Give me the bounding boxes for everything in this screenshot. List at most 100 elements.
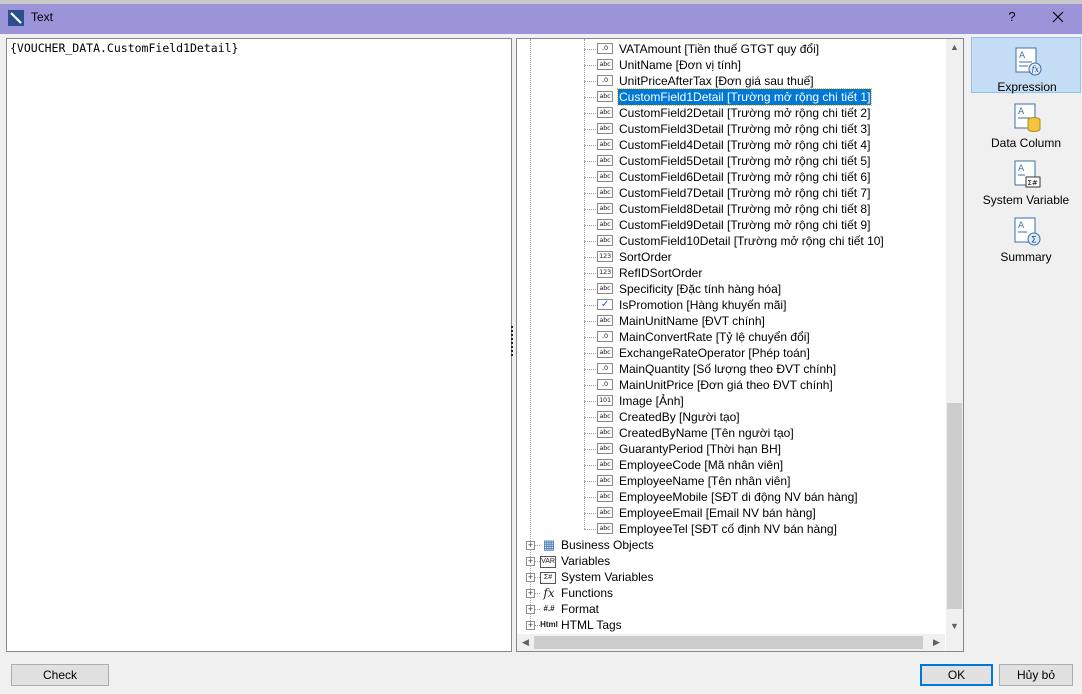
tree-guide-line	[584, 225, 596, 226]
tree-guide-line	[584, 257, 596, 258]
scroll-down-icon[interactable]: ▼	[946, 618, 963, 635]
panel-splitter[interactable]	[511, 326, 514, 360]
html-tags-icon: Html	[540, 620, 558, 629]
tree-guide-line	[584, 465, 596, 466]
text-field-icon: abc	[597, 187, 613, 198]
close-icon	[1052, 11, 1064, 23]
title-bar-top-strip	[0, 0, 1082, 4]
tree-guide-line	[584, 113, 596, 114]
summary-button[interactable]: A Σ Summary	[971, 208, 1081, 264]
text-field-icon: abc	[597, 107, 613, 118]
tree-category-label: Format	[561, 602, 600, 616]
tree-field-label: ExchangeRateOperator [Phép toán]	[619, 346, 810, 360]
data-column-button[interactable]: A Data Column	[971, 94, 1081, 150]
expand-icon[interactable]: +	[526, 589, 535, 598]
text-field-icon: abc	[597, 491, 613, 502]
expression-text[interactable]: {VOUCHER_DATA.CustomField1Detail}	[10, 41, 238, 55]
tree-field-label: Specificity [Đặc tính hàng hóa]	[619, 282, 782, 296]
tree-guide-line	[584, 417, 596, 418]
window-title: Text	[31, 10, 54, 24]
text-field-icon: abc	[597, 123, 613, 134]
text-field-icon: abc	[597, 507, 613, 518]
integer-field-icon: 123	[597, 267, 613, 278]
tree-guide-line	[584, 49, 596, 50]
tree-field-label: CreatedByName [Tên người tạo]	[619, 426, 794, 440]
data-tree[interactable]: .0 VATAmount [Tiền thuế GTGT quy đổi] abc U…	[516, 38, 964, 652]
tree-guide-line	[584, 177, 596, 178]
expression-editor[interactable]: {VOUCHER_DATA.CustomField1Detail}	[6, 38, 512, 652]
tree-category-label: Business Objects	[561, 538, 654, 552]
tree-field-label: CustomField7Detail [Trường mở rộng chi t…	[619, 186, 871, 200]
tree-guide-line	[584, 401, 596, 402]
scroll-left-icon[interactable]: ◀	[517, 634, 534, 651]
tree-field-label: CustomField3Detail [Trường mở rộng chi t…	[619, 122, 871, 136]
tree-category-label: System Variables	[561, 570, 654, 584]
svg-text:A: A	[1018, 164, 1025, 174]
tree-guide-line	[584, 385, 596, 386]
vertical-scrollbar[interactable]: ▲ ▼	[946, 39, 963, 635]
data-column-label: Data Column	[990, 136, 1062, 150]
check-button[interactable]: Check	[11, 664, 109, 686]
integer-field-icon: 123	[597, 251, 613, 262]
text-field-icon: abc	[597, 155, 613, 166]
system-variables-icon: Σ#	[540, 572, 556, 584]
scrollbar-corner	[946, 634, 963, 651]
tree-field-label: EmployeeTel [SĐT cố định NV bán hàng]	[619, 522, 837, 536]
text-field-icon: abc	[597, 203, 613, 214]
decimal-field-icon: .0	[597, 75, 613, 86]
help-button[interactable]: ?	[1000, 6, 1024, 28]
tree-guide-line	[584, 145, 596, 146]
scroll-right-icon[interactable]: ▶	[928, 634, 945, 651]
tree-guide-line	[584, 241, 596, 242]
system-variable-label: System Variable	[982, 193, 1070, 207]
tree-guide-line	[584, 65, 596, 66]
close-button[interactable]	[1044, 6, 1072, 28]
image-field-icon: 101	[597, 395, 613, 406]
tree-field-label: SortOrder	[619, 250, 672, 264]
summary-label: Summary	[1000, 250, 1052, 264]
expand-icon[interactable]: +	[526, 621, 535, 630]
tree-guide-line	[584, 193, 596, 194]
tree-field-label: CustomField5Detail [Trường mở rộng chi t…	[619, 154, 871, 168]
expression-button[interactable]: A fx Expression	[971, 37, 1081, 94]
vertical-scroll-thumb[interactable]	[947, 403, 962, 609]
tree-field-label: CustomField6Detail [Trường mở rộng chi t…	[619, 170, 871, 184]
text-field-icon: abc	[597, 59, 613, 70]
tree-guide-line	[584, 497, 596, 498]
text-field-icon: abc	[597, 427, 613, 438]
title-bar: Text ?	[0, 0, 1082, 34]
cancel-button[interactable]: Hủy bỏ	[999, 664, 1073, 686]
scroll-up-icon[interactable]: ▲	[946, 39, 963, 56]
horizontal-scrollbar[interactable]: ◀ ▶	[517, 634, 945, 651]
text-field-icon: abc	[597, 139, 613, 150]
horizontal-scroll-thumb[interactable]	[534, 636, 923, 649]
function-icon: fx	[543, 586, 555, 600]
tree-field-label: CreatedBy [Người tạo]	[619, 410, 740, 424]
tree-guide-line	[584, 209, 596, 210]
tree-guide-line	[584, 449, 596, 450]
insert-mode-panel: A fx Expression A Data Column A Σ# Syste…	[968, 36, 1082, 650]
text-field-icon: abc	[597, 235, 613, 246]
tree-guide-line	[584, 369, 596, 370]
tree-field-label: EmployeeName [Tên nhân viên]	[619, 474, 791, 488]
tree-guide-line	[530, 39, 531, 625]
tree-field-label: CustomField4Detail [Trường mở rộng chi t…	[619, 138, 871, 152]
expand-icon[interactable]: +	[526, 573, 535, 582]
business-objects-icon: ▦	[542, 537, 556, 552]
expand-icon[interactable]: +	[526, 541, 535, 550]
tree-field-label: MainUnitPrice [Đơn giá theo ĐVT chính]	[619, 378, 833, 392]
ok-button[interactable]: OK	[920, 664, 993, 686]
expression-label: Expression	[997, 80, 1057, 94]
tree-field-label: CustomField1Detail [Trường mở rộng chi t…	[616, 88, 873, 106]
expand-icon[interactable]: +	[526, 605, 535, 614]
text-field-icon: abc	[597, 523, 613, 534]
svg-text:A: A	[1019, 51, 1026, 61]
expand-icon[interactable]: +	[526, 557, 535, 566]
tree-field-label: RefIDSortOrder	[619, 266, 703, 280]
system-variable-button[interactable]: A Σ# System Variable	[971, 151, 1081, 207]
tree-category-label: Functions	[561, 586, 614, 600]
svg-text:fx: fx	[1031, 65, 1040, 74]
summary-icon: A Σ	[1014, 217, 1041, 246]
tree-field-label: IsPromotion [Hàng khuyến mãi]	[619, 298, 787, 312]
tree-field-label: UnitName [Đơn vị tính]	[619, 58, 741, 72]
